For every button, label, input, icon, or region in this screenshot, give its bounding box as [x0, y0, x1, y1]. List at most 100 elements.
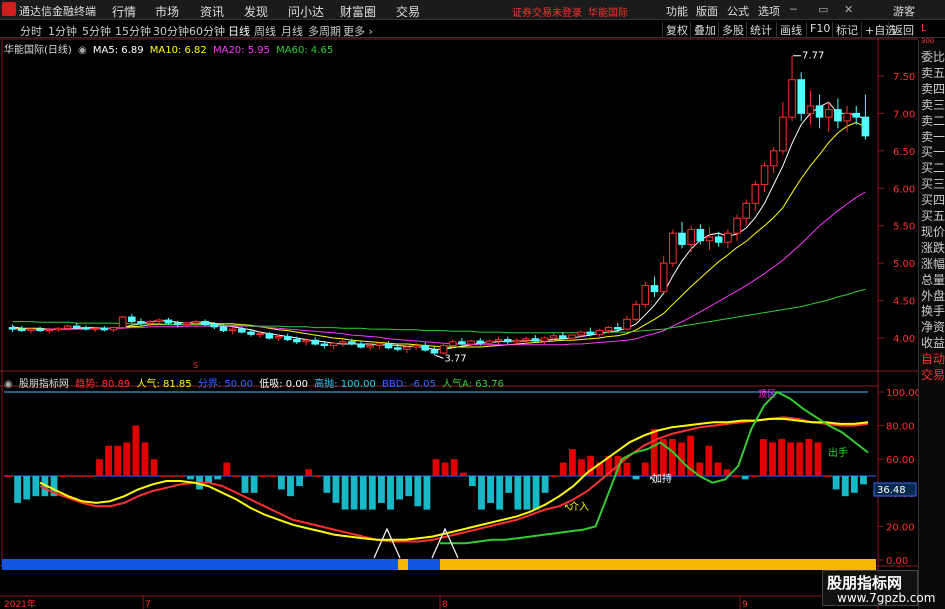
- candle-body[interactable]: [302, 339, 310, 343]
- close-icon[interactable]: ✕: [844, 3, 853, 16]
- indicator-title[interactable]: 股朋指标网: [19, 375, 69, 390]
- sidebar-item[interactable]: 自动: [921, 352, 945, 366]
- candle-body[interactable]: [531, 338, 540, 342]
- button-mark[interactable]: 标记: [832, 22, 861, 37]
- candle-body[interactable]: [522, 338, 530, 341]
- sidebar-item[interactable]: 买四: [921, 193, 945, 207]
- candle-body[interactable]: [705, 236, 714, 242]
- candle-body[interactable]: [45, 329, 54, 332]
- sidebar-item[interactable]: 涨幅: [921, 257, 945, 271]
- menu-item-layout[interactable]: 版面: [696, 3, 718, 19]
- candle-body[interactable]: [779, 116, 787, 152]
- candle-body[interactable]: [100, 327, 109, 331]
- candle-body[interactable]: [283, 336, 292, 341]
- button-f10[interactable]: F10: [806, 22, 833, 37]
- login-warning[interactable]: 证券交易未登录: [512, 4, 582, 19]
- sidebar-item[interactable]: 收益: [921, 336, 945, 350]
- period-multi[interactable]: 多周期: [308, 23, 341, 39]
- candlestick-series[interactable]: [8, 55, 870, 356]
- candle-body[interactable]: [127, 316, 136, 323]
- candle-body[interactable]: [797, 79, 806, 114]
- period-timeshare[interactable]: 分时: [20, 23, 42, 39]
- candle-body[interactable]: [329, 342, 338, 347]
- minimize-icon[interactable]: ─: [790, 3, 797, 16]
- candle-body[interactable]: [834, 109, 842, 122]
- candle-body[interactable]: [91, 327, 99, 330]
- candle-body[interactable]: [513, 339, 521, 343]
- candle-body[interactable]: [210, 324, 219, 328]
- candle-body[interactable]: [659, 262, 668, 293]
- candle-body[interactable]: [604, 327, 613, 332]
- sidebar-item[interactable]: 卖二: [921, 114, 945, 128]
- menu-item-trade[interactable]: 交易: [396, 3, 420, 20]
- candle-body[interactable]: [751, 184, 760, 204]
- candle-body[interactable]: [8, 327, 17, 330]
- menu-item-wealth[interactable]: 财富圈: [340, 3, 376, 20]
- candle-body[interactable]: [458, 341, 466, 345]
- button-stats[interactable]: 统计: [746, 22, 775, 37]
- sidebar-item[interactable]: 买三: [921, 177, 945, 191]
- candle-body[interactable]: [678, 232, 686, 245]
- menu-item-discover[interactable]: 发现: [244, 3, 268, 20]
- candle-body[interactable]: [219, 326, 228, 332]
- candle-body[interactable]: [568, 334, 576, 339]
- candle-body[interactable]: [17, 328, 26, 332]
- period-daily[interactable]: 日线: [228, 23, 250, 39]
- candle-body[interactable]: [714, 236, 723, 243]
- candle-body[interactable]: [155, 319, 164, 323]
- candle-body[interactable]: [669, 232, 677, 264]
- candle-body[interactable]: [467, 340, 475, 345]
- candle-body[interactable]: [109, 327, 118, 331]
- button-back[interactable]: 返回: [888, 22, 917, 37]
- sidebar-item[interactable]: 买一: [921, 145, 945, 159]
- menu-item-functions[interactable]: 功能: [666, 3, 688, 19]
- candle-body[interactable]: [476, 340, 485, 344]
- candle-body[interactable]: [238, 328, 246, 333]
- restore-icon[interactable]: ▭: [818, 3, 828, 16]
- candle-body[interactable]: [485, 340, 494, 344]
- candle-body[interactable]: [348, 341, 356, 345]
- candle-body[interactable]: [650, 285, 659, 293]
- indicator-toggle-icon[interactable]: ◉: [4, 379, 13, 390]
- candle-body[interactable]: [494, 339, 503, 342]
- period-weekly[interactable]: 周线: [254, 23, 276, 39]
- period-5min[interactable]: 5分钟: [82, 23, 111, 39]
- candle-body[interactable]: [641, 285, 650, 305]
- candle-body[interactable]: [577, 331, 585, 336]
- candle-body[interactable]: [687, 228, 695, 245]
- menu-item-options[interactable]: 选项: [758, 3, 780, 19]
- candle-body[interactable]: [338, 341, 347, 344]
- candle-body[interactable]: [137, 321, 145, 324]
- candle-body[interactable]: [549, 335, 558, 339]
- candle-body[interactable]: [375, 343, 384, 347]
- menu-item-markets[interactable]: 市场: [155, 3, 179, 20]
- candle-body[interactable]: [201, 321, 209, 326]
- candle-body[interactable]: [852, 112, 861, 118]
- candle-body[interactable]: [742, 202, 751, 219]
- candle-body[interactable]: [540, 337, 549, 342]
- candle-body[interactable]: [788, 79, 796, 118]
- sidebar-item[interactable]: 买五: [921, 209, 945, 223]
- candle-body[interactable]: [183, 322, 191, 326]
- candle-body[interactable]: [724, 232, 732, 243]
- candle-body[interactable]: [228, 328, 237, 332]
- menu-item-formula[interactable]: 公式: [727, 3, 749, 19]
- menu-item-market[interactable]: 行情: [112, 3, 136, 20]
- sidebar-item[interactable]: 涨跌: [921, 241, 945, 255]
- candle-body[interactable]: [448, 341, 457, 347]
- button-draw[interactable]: 画线: [776, 22, 805, 37]
- menu-item-news[interactable]: 资讯: [200, 3, 224, 20]
- candle-body[interactable]: [558, 335, 567, 339]
- candle-body[interactable]: [293, 339, 301, 343]
- candle-body[interactable]: [311, 339, 320, 345]
- candle-body[interactable]: [192, 321, 200, 324]
- candle-body[interactable]: [430, 349, 439, 354]
- menu-item-ask[interactable]: 问小达: [288, 3, 324, 20]
- sidebar-item[interactable]: 净资: [921, 320, 945, 334]
- sidebar-item[interactable]: 卖五: [921, 66, 945, 80]
- candle-body[interactable]: [403, 346, 411, 350]
- candle-body[interactable]: [320, 343, 329, 347]
- guest-label[interactable]: 游客: [893, 3, 915, 19]
- sidebar-item[interactable]: 卖一: [921, 130, 945, 144]
- candle-body[interactable]: [769, 150, 778, 167]
